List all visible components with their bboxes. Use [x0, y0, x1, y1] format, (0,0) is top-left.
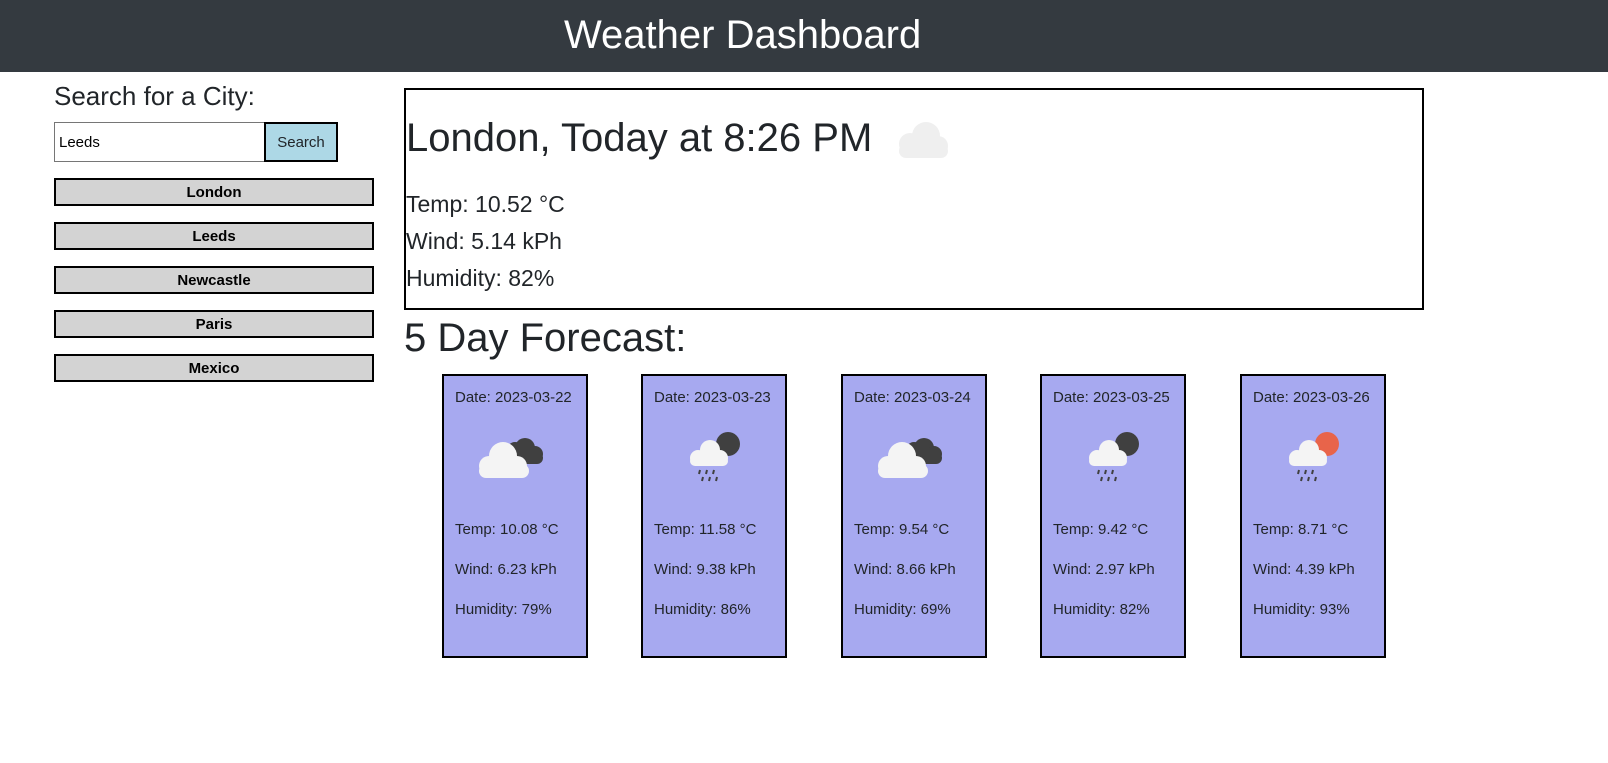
forecast-card: Date: 2023-03-24 Temp: 9.54 °C Wind: 8.6…: [841, 374, 987, 658]
current-title-row: London, Today at 8:26 PM: [406, 90, 1422, 186]
history-button-mexico[interactable]: Mexico: [54, 354, 374, 382]
forecast-wind: Wind: 6.23 kPh: [455, 561, 557, 578]
search-history: London Leeds Newcastle Paris Mexico: [54, 178, 374, 382]
forecast-humidity: Humidity: 93%: [1253, 601, 1350, 618]
current-temp: Temp: 10.52 °C: [406, 191, 565, 217]
forecast-temp: Temp: 8.71 °C: [1253, 521, 1349, 538]
cloud-icon: [890, 118, 954, 167]
forecast-title: 5 Day Forecast:: [404, 316, 687, 360]
broken-clouds-icon: [467, 420, 586, 520]
history-button-london[interactable]: London: [54, 178, 374, 206]
history-button-paris[interactable]: Paris: [54, 310, 374, 338]
forecast-date: Date: 2023-03-26: [1253, 389, 1370, 406]
search-label: Search for a City:: [54, 81, 255, 111]
night-rain-icon: [1065, 420, 1184, 520]
forecast-temp: Temp: 9.42 °C: [1053, 521, 1149, 538]
page-title: Weather Dashboard: [564, 13, 922, 57]
forecast-wind: Wind: 9.38 kPh: [654, 561, 756, 578]
city-search-input[interactable]: [54, 122, 264, 162]
current-wind: Wind: 5.14 kPh: [406, 228, 562, 254]
forecast-date: Date: 2023-03-23: [654, 389, 771, 406]
current-city-title: London, Today at 8:26 PM: [406, 116, 873, 160]
forecast-wind: Wind: 2.97 kPh: [1053, 561, 1155, 578]
current-weather-panel: London, Today at 8:26 PM Temp: 10.52 °C …: [404, 88, 1424, 310]
history-button-newcastle[interactable]: Newcastle: [54, 266, 374, 294]
forecast-temp: Temp: 11.58 °C: [654, 521, 757, 538]
search-button[interactable]: Search: [264, 122, 338, 162]
night-rain-icon: [666, 420, 785, 520]
forecast-wind: Wind: 4.39 kPh: [1253, 561, 1355, 578]
day-rain-icon: [1265, 420, 1384, 520]
forecast-humidity: Humidity: 86%: [654, 601, 751, 618]
forecast-cards: Date: 2023-03-22 Temp: 10.08 °C Wind: 6.…: [442, 374, 1402, 658]
forecast-humidity: Humidity: 82%: [1053, 601, 1150, 618]
forecast-date: Date: 2023-03-22: [455, 389, 572, 406]
forecast-card: Date: 2023-03-25 Temp: 9.42 °C Wind: 2.9…: [1040, 374, 1186, 658]
forecast-card: Date: 2023-03-26 Temp: 8.71 °C Wind: 4.3…: [1240, 374, 1386, 658]
forecast-temp: Temp: 10.08 °C: [455, 521, 559, 538]
current-humidity: Humidity: 82%: [406, 265, 555, 291]
forecast-humidity: Humidity: 79%: [455, 601, 552, 618]
search-row: Search: [54, 122, 374, 162]
forecast-temp: Temp: 9.54 °C: [854, 521, 950, 538]
forecast-humidity: Humidity: 69%: [854, 601, 951, 618]
forecast-wind: Wind: 8.66 kPh: [854, 561, 956, 578]
history-button-leeds[interactable]: Leeds: [54, 222, 374, 250]
forecast-date: Date: 2023-03-24: [854, 389, 971, 406]
forecast-card: Date: 2023-03-22 Temp: 10.08 °C Wind: 6.…: [442, 374, 588, 658]
app-header: Weather Dashboard: [0, 0, 1608, 72]
sidebar: Search for a City: Search London Leeds N…: [54, 76, 374, 398]
broken-clouds-icon: [866, 420, 985, 520]
forecast-date: Date: 2023-03-25: [1053, 389, 1170, 406]
forecast-card: Date: 2023-03-23 Temp: 11.58 °C Wind: 9.…: [641, 374, 787, 658]
